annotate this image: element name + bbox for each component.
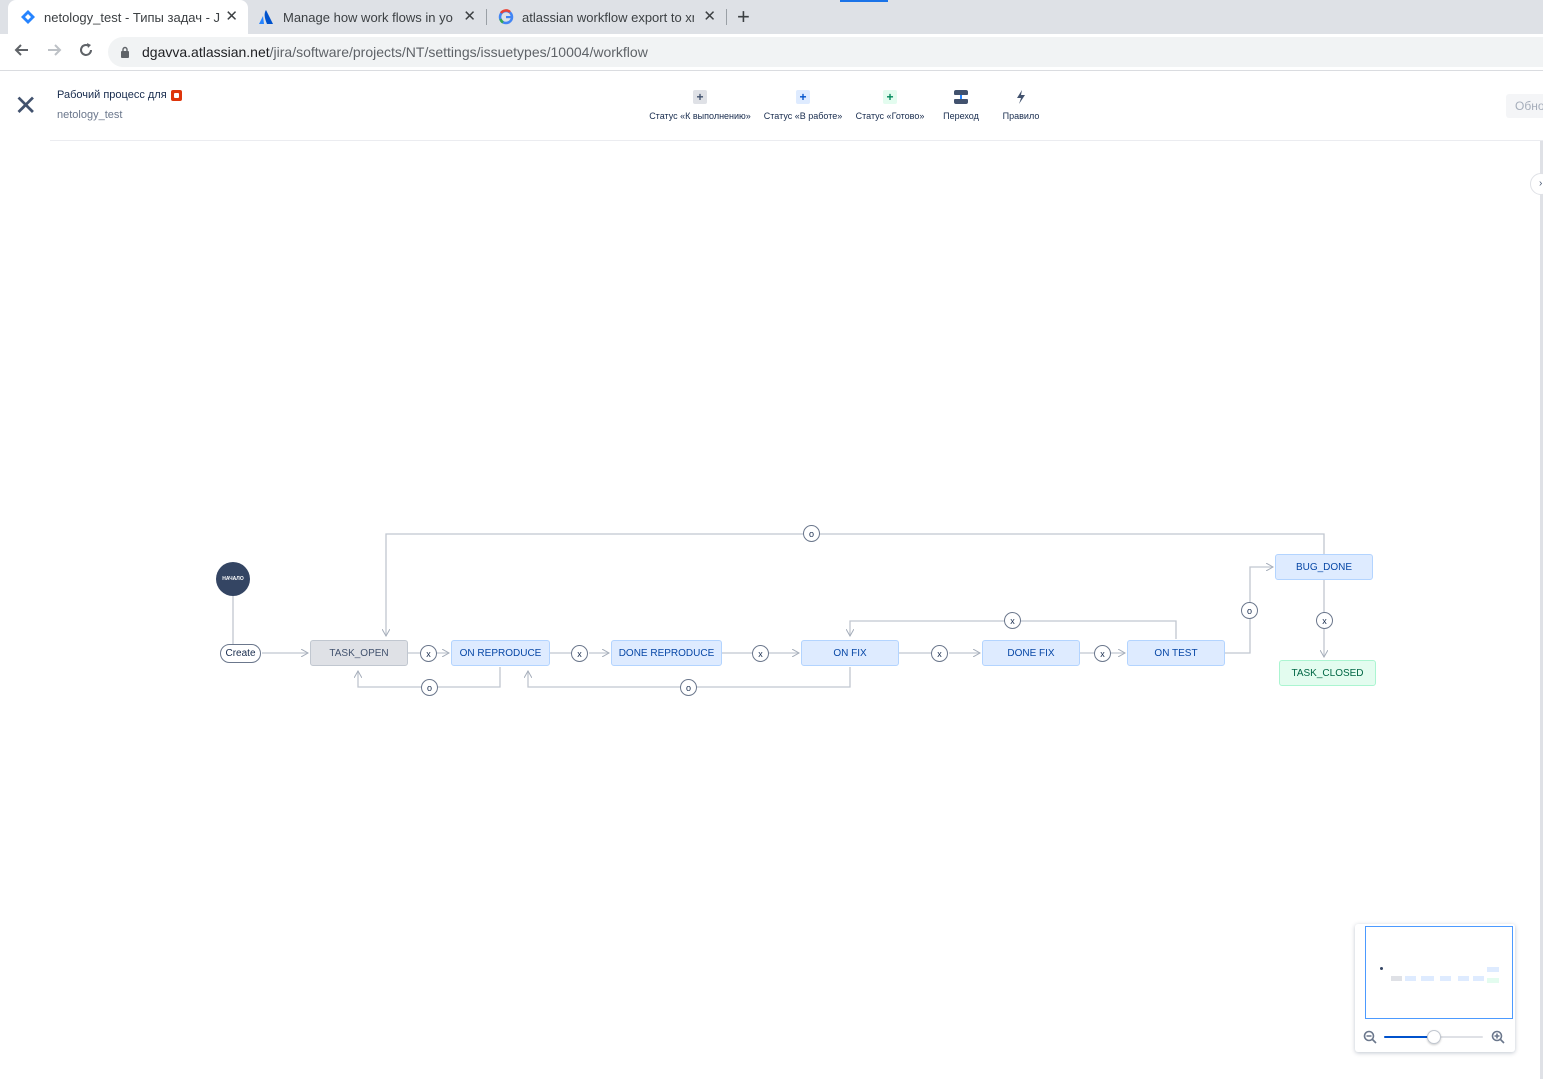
minimap[interactable] <box>1355 924 1515 1052</box>
transition-marker[interactable]: x <box>420 645 437 662</box>
minimap-viewport[interactable] <box>1365 926 1513 1019</box>
transition-marker[interactable]: x <box>752 645 769 662</box>
start-node[interactable]: НАЧАЛО <box>216 562 250 596</box>
zoom-slider[interactable] <box>1384 1030 1483 1044</box>
minimap-status <box>1440 976 1451 981</box>
minimap-status <box>1391 976 1402 981</box>
transition-marker[interactable]: x <box>1316 612 1333 629</box>
transition-marker[interactable]: x <box>1004 612 1021 629</box>
minimap-status <box>1487 978 1499 983</box>
minimap-status <box>1421 976 1434 981</box>
create-transition[interactable]: Create <box>220 644 261 663</box>
transition-marker[interactable]: x <box>931 645 948 662</box>
minimap-status <box>1487 967 1499 972</box>
status-task-open[interactable]: TASK_OPEN <box>310 640 408 666</box>
zoom-out-icon[interactable] <box>1363 1030 1377 1044</box>
status-on-fix[interactable]: ON FIX <box>801 640 899 666</box>
status-done-reproduce[interactable]: DONE REPRODUCE <box>611 640 722 666</box>
transition-marker[interactable]: o <box>803 525 820 542</box>
minimap-status <box>1405 976 1416 981</box>
transition-marker[interactable]: x <box>571 645 588 662</box>
transition-marker[interactable]: x <box>1094 645 1111 662</box>
status-done-fix[interactable]: DONE FIX <box>982 640 1080 666</box>
status-on-test[interactable]: ON TEST <box>1127 640 1225 666</box>
minimap-status <box>1458 976 1469 981</box>
status-bug-done[interactable]: BUG_DONE <box>1275 554 1373 580</box>
minimap-status <box>1473 976 1484 981</box>
transition-marker[interactable]: o <box>1241 602 1258 619</box>
status-task-closed[interactable]: TASK_CLOSED <box>1279 660 1376 686</box>
zoom-slider-thumb[interactable] <box>1426 1030 1441 1044</box>
workflow-connectors <box>232 533 1543 688</box>
transition-marker[interactable]: o <box>421 679 438 696</box>
transition-marker[interactable]: o <box>680 679 697 696</box>
minimap-start-node <box>1380 967 1383 970</box>
status-on-reproduce[interactable]: ON REPRODUCE <box>451 640 550 666</box>
zoom-in-icon[interactable] <box>1491 1030 1505 1044</box>
